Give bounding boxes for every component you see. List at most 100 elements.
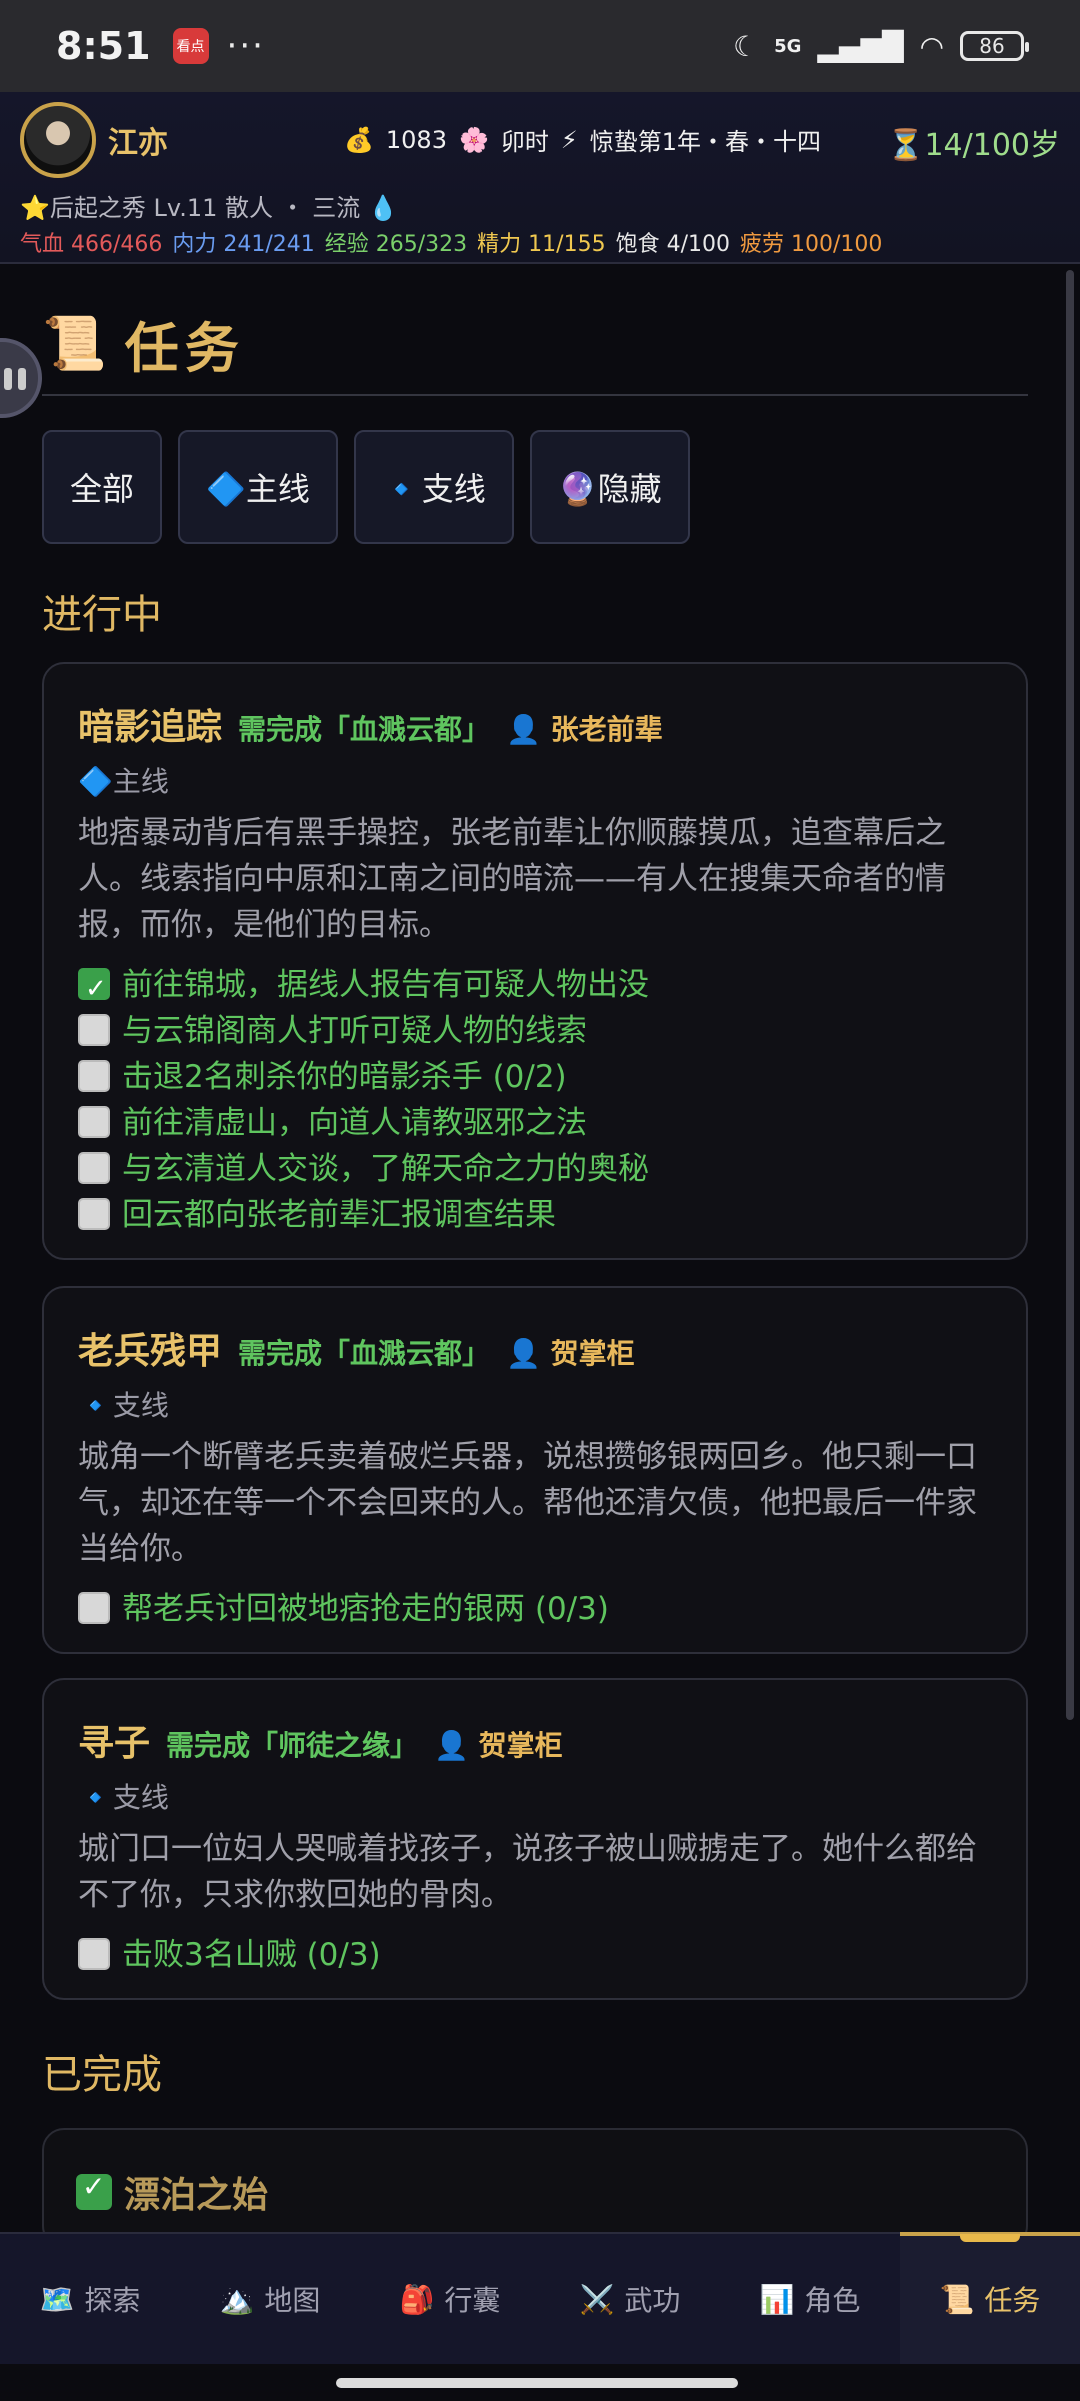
quest-npc: 👤 贺掌柜 [506, 1337, 635, 1370]
objective-item: 前往锦城，据线人报告有可疑人物出没 [78, 962, 994, 1012]
filter-all[interactable]: 全部 [42, 430, 163, 544]
quest-filter-tabs: 全部 🔷主线 🔹支线 🔮隐藏 [42, 430, 690, 544]
checkbox-empty-icon [78, 1060, 110, 1092]
nav-character[interactable]: 📊 角色 [720, 2234, 900, 2364]
objective-item: 回云都向张老前辈汇报调查结果 [78, 1192, 994, 1238]
stat-food: 饱食 4/100 [615, 232, 730, 257]
checkbox-empty-icon [78, 1106, 110, 1138]
avatar[interactable] [20, 102, 96, 178]
home-indicator [0, 2364, 1080, 2401]
bottom-nav: 🗺️ 探索 🏔️ 地图 🎒 行囊 ⚔️ 武功 📊 角色 📜 任务 [0, 2232, 1080, 2364]
objective-item: 与玄清道人交谈，了解天命之力的奥秘 [78, 1146, 994, 1192]
quest-card-old-soldier[interactable]: 老兵残甲 需完成「血溅云都」 👤 贺掌柜 🔹支线 城角一个断臂老兵卖着破烂兵器，… [42, 1286, 1028, 1654]
quest-title: 老兵残甲 [78, 1331, 223, 1372]
filter-main[interactable]: 🔷主线 [178, 430, 338, 544]
objective-item: 前往清虚山，向道人请教驱邪之法 [78, 1100, 994, 1146]
star-icon: ⭐ [20, 194, 50, 222]
section-in-progress: 进行中 [42, 592, 162, 638]
pause-icon [4, 368, 12, 390]
quest-header: 老兵残甲 需完成「血溅云都」 👤 贺掌柜 [78, 1322, 994, 1374]
objective-list: 击败3名山贼 (0/3) [78, 1932, 994, 1978]
completed-quest-card[interactable]: 漂泊之始 [42, 2128, 1028, 2232]
signal-icon: ▂▄▆█ [817, 29, 904, 63]
nav-label: 任务 [984, 2284, 1041, 2317]
player-header: 江亦 💰 1083 🌸 卯时 ⚡ 惊蛰第1年・春・十四 ⏳14/100岁 ⭐后起… [0, 92, 1080, 264]
money-icon: 💰 [344, 125, 374, 154]
quest-requirement: 需完成「血溅云都」 [238, 713, 491, 746]
era-date: 惊蛰第1年・春・十四 [589, 128, 821, 156]
quest-title: 寻子 [78, 1723, 151, 1764]
status-bar: 8:51 看点 ··· ☾ 5G ▂▄▆█ ◠ 86 [0, 0, 1080, 92]
objective-text: 与云锦阁商人打听可疑人物的线索 [122, 1013, 587, 1049]
objective-list: 前往锦城，据线人报告有可疑人物出没 与云锦阁商人打听可疑人物的线索 击退2名刺杀… [78, 962, 994, 1238]
quest-description: 城角一个断臂老兵卖着破烂兵器，说想攒够银两回乡。他只剩一口气，却还在等一个不会回… [78, 1439, 977, 1567]
checkbox-checked-icon [78, 966, 110, 1012]
nav-martial-arts[interactable]: ⚔️ 武功 [540, 2234, 720, 2364]
completed-quest-title-row: 漂泊之始 [76, 2166, 994, 2218]
stat-exp: 经验 265/323 [324, 232, 468, 257]
status-right: ☾ 5G ▂▄▆█ ◠ 86 [733, 29, 1029, 63]
completed-quest-title: 漂泊之始 [124, 2175, 269, 2216]
nav-label: 角色 [804, 2284, 861, 2317]
status-time: 8:51 [56, 24, 151, 68]
notification-app-icon: 看点 [172, 28, 209, 64]
objective-item: 帮老兵讨回被地痞抢走的银两 (0/3) [78, 1586, 994, 1632]
quest-card-shadow-tracking[interactable]: 暗影追踪 需完成「血溅云都」 👤 张老前辈 🔷主线 地痞暴动背后有黑手操控，张老… [42, 662, 1028, 1260]
filter-hidden[interactable]: 🔮隐藏 [529, 430, 690, 544]
quest-type: 🔹支线 [78, 1781, 169, 1814]
nav-label: 探索 [84, 2284, 141, 2317]
nav-label: 武功 [624, 2284, 681, 2317]
objective-item: 击退2名刺杀你的暗影杀手 (0/2) [78, 1054, 994, 1100]
nav-inventory[interactable]: 🎒 行囊 [360, 2234, 540, 2364]
nav-explore[interactable]: 🗺️ 探索 [0, 2234, 180, 2364]
section-completed: 已完成 [42, 2052, 162, 2098]
quest-header: 暗影追踪 需完成「血溅云都」 👤 张老前辈 [78, 698, 994, 750]
page-header: 📜 任务 [42, 304, 245, 383]
wifi-icon: ◠ [919, 29, 944, 63]
checkbox-empty-icon [78, 1198, 110, 1230]
objective-list: 帮老兵讨回被地痞抢走的银两 (0/3) [78, 1586, 994, 1632]
map-icon: 🗺️ [39, 2282, 75, 2316]
moon-icon: ☾ [733, 29, 759, 63]
page-title: 任务 [124, 317, 245, 380]
hourglass-icon: ⏳ [887, 128, 925, 163]
backpack-icon: 🎒 [399, 2282, 435, 2316]
filter-side[interactable]: 🔹支线 [353, 430, 514, 544]
quest-title: 暗影追踪 [78, 707, 223, 748]
quest-npc: 👤 张老前辈 [506, 713, 663, 746]
objective-text: 帮老兵讨回被地痞抢走的银两 (0/3) [122, 1591, 609, 1627]
stat-bars: 气血 466/466 内力 241/241 经验 265/323 精力 11/1… [20, 226, 882, 258]
scroll-icon: 📜 [42, 314, 107, 374]
quest-type: 🔷主线 [78, 765, 169, 798]
quest-content[interactable]: 📜 任务 全部 🔷主线 🔹支线 🔮隐藏 进行中 暗影追踪 需完成「血溅云都」 👤… [0, 264, 1080, 2232]
network-label: 5G [774, 35, 802, 57]
crossed-swords-icon: ⚔️ [579, 2282, 615, 2316]
flower-icon: 🌸 [458, 125, 489, 154]
stat-hp: 气血 466/466 [20, 232, 163, 257]
quest-requirement: 需完成「血溅云都」 [238, 1337, 491, 1370]
player-summary: 💰 1083 🌸 卯时 ⚡ 惊蛰第1年・春・十四 [344, 122, 821, 157]
player-title: 后起之秀 Lv.11 散人 ・ 三流 [49, 194, 361, 222]
nav-quests[interactable]: 📜 任务 [900, 2232, 1080, 2364]
objective-text: 击退2名刺杀你的暗影杀手 (0/2) [122, 1059, 567, 1095]
objective-text: 击败3名山贼 (0/3) [122, 1937, 381, 1973]
quest-header: 寻子 需完成「师徒之缘」 👤 贺掌柜 [78, 1714, 994, 1766]
player-name: 江亦 [108, 126, 168, 161]
home-bar[interactable] [336, 2378, 738, 2388]
checkbox-empty-icon [78, 1014, 110, 1046]
stat-fatigue: 疲劳 100/100 [739, 232, 883, 257]
checkbox-empty-icon [78, 1592, 110, 1624]
quest-description: 城门口一位妇人哭喊着找孩子，说孩子被山贼掳走了。她什么都给不了你，只求你救回她的… [78, 1831, 977, 1913]
checkbox-checked-icon [76, 2170, 112, 2210]
age-value: 14/100岁 [924, 128, 1060, 163]
lightning-icon: ⚡ [560, 125, 578, 154]
water-drop-icon: 💧 [367, 194, 398, 222]
scrollbar[interactable] [1066, 270, 1074, 1720]
age-display: ⏳14/100岁 [887, 120, 1060, 164]
nav-map[interactable]: 🏔️ 地图 [180, 2234, 360, 2364]
objective-text: 前往锦城，据线人报告有可疑人物出没 [122, 967, 649, 1003]
nav-label: 行囊 [444, 2284, 501, 2317]
more-notifications-icon: ··· [226, 26, 265, 66]
quest-npc: 👤 贺掌柜 [434, 1729, 563, 1762]
quest-card-find-child[interactable]: 寻子 需完成「师徒之缘」 👤 贺掌柜 🔹支线 城门口一位妇人哭喊着找孩子，说孩子… [42, 1678, 1028, 2000]
